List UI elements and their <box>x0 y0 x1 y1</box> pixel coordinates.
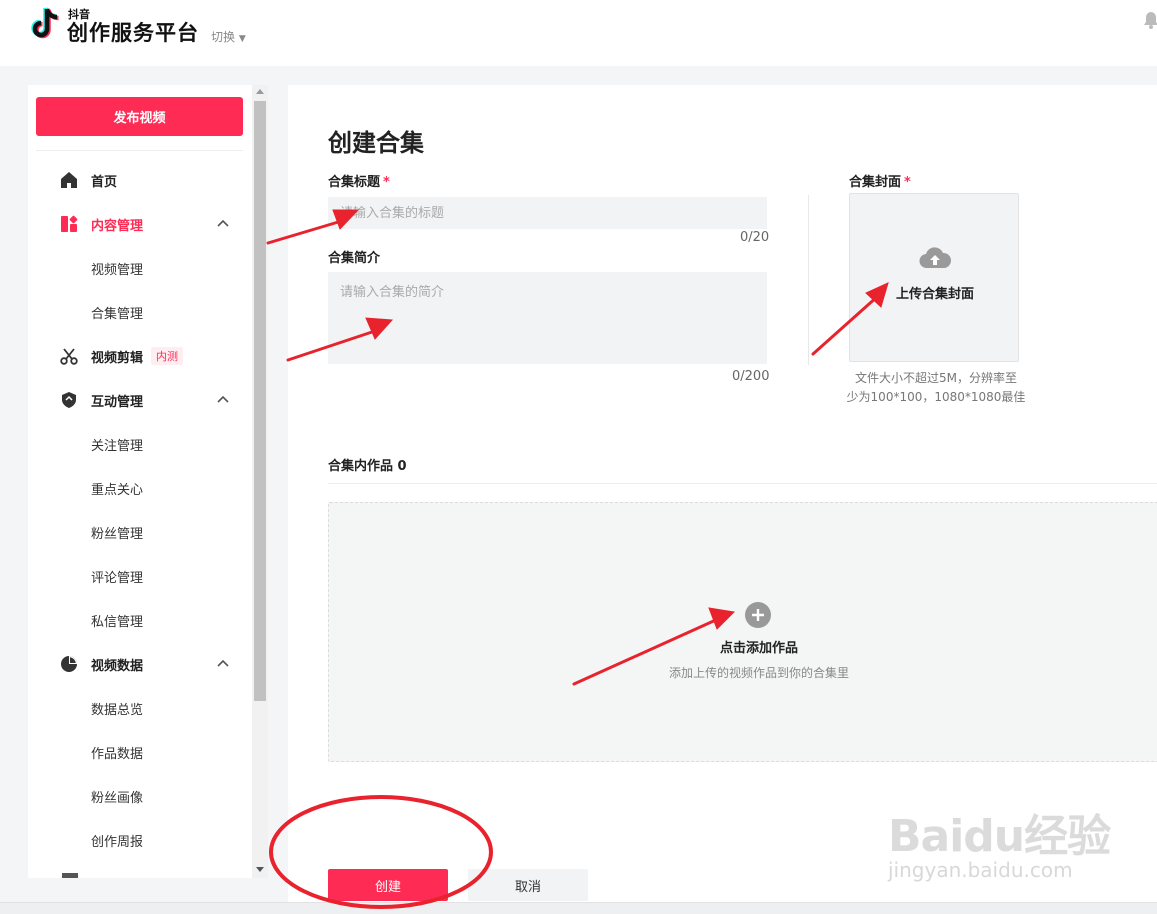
shield-icon <box>62 392 76 408</box>
chevron-up-icon <box>217 219 229 227</box>
watermark-url: jingyan.baidu.com <box>888 858 1073 882</box>
sidebar-item-content[interactable]: 内容管理 <box>28 206 252 242</box>
sidebar-item-video-edit[interactable]: 视频剪辑 内测 <box>28 338 252 374</box>
publish-video-button[interactable]: 发布视频 <box>36 97 243 136</box>
cover-field-label: 合集封面 * <box>849 171 911 190</box>
douyin-logo-icon[interactable] <box>28 6 62 42</box>
brand-title: 创作服务平台 <box>67 21 199 45</box>
pie-chart-icon <box>61 656 77 672</box>
page-title: 创建合集 <box>328 129 424 157</box>
chevron-up-icon <box>217 395 229 403</box>
cover-hint-line: 文件大小不超过5M，分辨率至 <box>855 371 1017 385</box>
sidebar-subitem-label: 数据总览 <box>91 702 144 718</box>
sidebar-item-fans-manage[interactable]: 粉丝管理 <box>28 514 252 550</box>
sidebar-subitem-label: 粉丝画像 <box>91 790 144 806</box>
plus-circle-icon <box>745 602 771 628</box>
add-works-subtitle: 添加上传的视频作品到你的合集里 <box>668 666 849 680</box>
desc-field-label: 合集简介 <box>328 251 381 266</box>
sidebar-item-home[interactable]: 首页 <box>28 162 252 198</box>
content-grid-icon <box>61 215 78 232</box>
main-panel: 创建合集 合集标题* 0/20 合集简介 0/200 合集封面* 上传合集封面 … <box>288 85 1157 914</box>
sidebar-item-weekly-report[interactable]: 创作周报 <box>28 822 252 858</box>
cover-upload-label: 上传合集封面 <box>895 287 974 302</box>
cover-hint: 文件大小不超过5M，分辨率至 少为100*100，1080*1080最佳 <box>846 369 1026 407</box>
title-char-count: 0/20 <box>740 230 770 245</box>
caret-down-icon: ▼ <box>238 34 246 44</box>
cover-label-text: 合集封面 <box>849 175 902 190</box>
collection-desc-input[interactable] <box>328 272 767 364</box>
scroll-thumb[interactable] <box>254 101 266 701</box>
add-works-title: 点击添加作品 <box>719 641 798 656</box>
title-field-label: 合集标题 * <box>328 171 390 190</box>
works-divider <box>328 483 1157 484</box>
watermark: Baidu经验 <box>888 811 1111 862</box>
bell-icon[interactable] <box>1142 10 1157 30</box>
sidebar-divider <box>36 150 243 151</box>
top-header: 抖音 创作服务平台 切换 ▼ <box>0 0 1157 66</box>
sidebar-next-icon <box>62 873 78 878</box>
sidebar-item-fans-profile[interactable]: 粉丝画像 <box>28 778 252 814</box>
sidebar-subitem-label: 重点关心 <box>91 482 144 498</box>
switch-label: 切换 <box>211 30 236 44</box>
sidebar-subitem-label: 粉丝管理 <box>91 526 144 542</box>
cancel-button[interactable]: 取消 <box>468 869 588 901</box>
sidebar-subitem-label: 视频管理 <box>91 262 144 278</box>
title-label-text: 合集标题 <box>328 175 381 190</box>
sidebar-item-label: 互动管理 <box>91 394 144 410</box>
form-divider <box>808 195 809 365</box>
sidebar-item-label: 视频剪辑 <box>91 350 144 366</box>
beta-badge: 内测 <box>151 347 183 365</box>
sidebar-subitem-label: 作品数据 <box>91 746 144 762</box>
sidebar-item-label: 视频数据 <box>91 658 144 674</box>
sidebar-subitem-label: 私信管理 <box>91 614 144 630</box>
sidebar-subitem-label: 评论管理 <box>91 570 144 586</box>
cloud-upload-icon <box>919 247 951 269</box>
cover-upload-box[interactable]: 上传合集封面 <box>849 193 1019 362</box>
sidebar-item-collection-manage[interactable]: 合集管理 <box>28 294 252 330</box>
collection-title-input[interactable] <box>328 197 767 229</box>
sidebar: 发布视频 首页 内容管理 视频管理 合集管理 视频剪辑 内测 互动管理 关注管理… <box>28 85 252 878</box>
desc-char-count: 0/200 <box>732 369 770 384</box>
cover-hint-line: 少为100*100，1080*1080最佳 <box>846 390 1026 404</box>
chevron-up-icon <box>217 659 229 667</box>
add-works-area[interactable]: 点击添加作品 添加上传的视频作品到你的合集里 <box>328 502 1157 762</box>
sidebar-item-video-data[interactable]: 视频数据 <box>28 646 252 682</box>
scroll-up-icon[interactable] <box>256 89 264 94</box>
sidebar-item-key-care[interactable]: 重点关心 <box>28 470 252 506</box>
home-icon <box>61 172 77 188</box>
sidebar-subitem-label: 关注管理 <box>91 438 144 454</box>
sidebar-subitem-label: 创作周报 <box>91 834 144 850</box>
sidebar-item-label: 首页 <box>91 174 118 190</box>
works-section-label: 合集内作品 0 <box>328 459 407 474</box>
sidebar-item-data-overview[interactable]: 数据总览 <box>28 690 252 726</box>
required-mark: * <box>383 175 390 190</box>
sidebar-item-follow-manage[interactable]: 关注管理 <box>28 426 252 462</box>
sidebar-item-message-manage[interactable]: 私信管理 <box>28 602 252 638</box>
sidebar-item-works-data[interactable]: 作品数据 <box>28 734 252 770</box>
sidebar-item-video-manage[interactable]: 视频管理 <box>28 250 252 286</box>
switch-dropdown[interactable]: 切换 ▼ <box>211 28 246 45</box>
sidebar-item-label: 内容管理 <box>91 218 144 234</box>
scissors-icon <box>60 348 78 365</box>
sidebar-subitem-label: 合集管理 <box>91 306 144 322</box>
scroll-down-icon[interactable] <box>256 867 264 872</box>
sidebar-item-comment-manage[interactable]: 评论管理 <box>28 558 252 594</box>
bottom-strip <box>0 902 1157 914</box>
sidebar-scrollbar[interactable] <box>252 85 268 878</box>
sidebar-item-interact[interactable]: 互动管理 <box>28 382 252 418</box>
required-mark: * <box>904 175 911 190</box>
create-button[interactable]: 创建 <box>328 869 448 901</box>
